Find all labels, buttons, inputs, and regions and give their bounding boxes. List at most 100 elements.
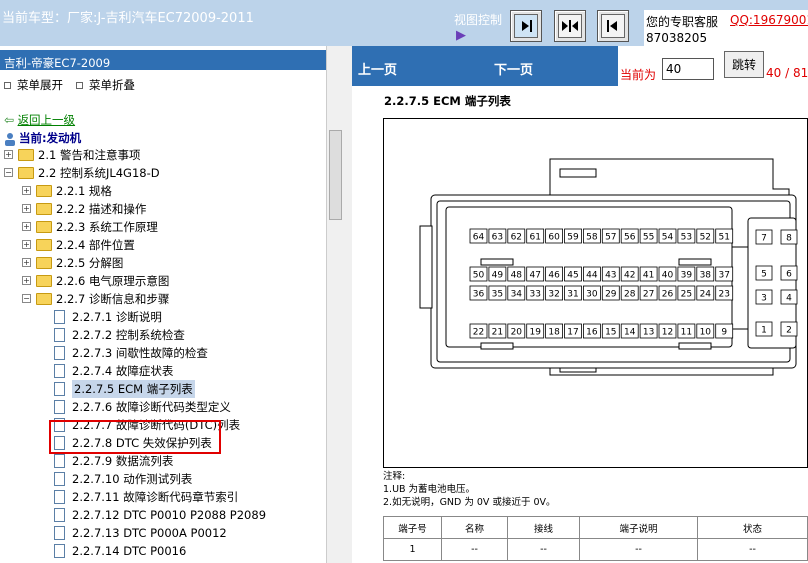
folder-icon: [18, 149, 34, 161]
view-right-panel-button[interactable]: [597, 10, 629, 42]
sidebar-item-label: 2.2.1 规格: [56, 184, 112, 198]
connector-pin-label: 64: [473, 233, 485, 243]
sidebar-item-label: 2.2.7.13 DTC P000A P0012: [72, 526, 227, 540]
document-icon: [54, 526, 65, 540]
back-arrow-icon: ⇦: [4, 113, 15, 127]
page-nav-bar: 上一页 下一页 当前为 跳转 40 / 814: [352, 46, 808, 86]
sidebar-item-label: 2.2.7.5 ECM 端子列表: [72, 380, 195, 398]
connector-pin-label: 10: [700, 328, 712, 338]
back-link[interactable]: ⇦ 返回上一级: [4, 112, 75, 128]
table-cell: --: [579, 538, 698, 561]
connector-pin-label: 24: [700, 290, 712, 300]
connector-pin-label: 15: [605, 328, 616, 338]
expand-toggle-icon[interactable]: +: [22, 186, 31, 195]
document-icon: [54, 490, 65, 504]
table-header: 端子号: [383, 516, 442, 539]
folder-icon: [18, 167, 34, 179]
expand-toggle-icon[interactable]: +: [22, 204, 31, 213]
sidebar-title: 吉利-帝豪EC7-2009: [0, 50, 326, 70]
sidebar-item-label: 2.2.7.9 数据流列表: [72, 454, 174, 468]
expand-toggle-icon[interactable]: +: [22, 222, 31, 231]
collapse-left-icon: [522, 20, 532, 32]
connector-pin-label: 30: [586, 290, 598, 300]
document-icon: [54, 544, 65, 558]
page-jump-box: 当前为 跳转 40 / 814: [618, 46, 808, 86]
view-split-button[interactable]: [554, 10, 586, 42]
document-icon: [54, 400, 65, 414]
document-viewer: 上一页 下一页 当前为 跳转 40 / 814 2.2.7.5 ECM 端子列表…: [352, 46, 808, 563]
folder-icon: [36, 293, 52, 305]
next-page-button[interactable]: 下一页: [494, 59, 533, 78]
note-item: 1.UB 为蓄电池电压。: [383, 484, 476, 495]
sidebar-item-label: 2.2.5 分解图: [56, 256, 124, 270]
table-header: 名称: [441, 516, 508, 539]
sidebar-item-label: 2.2 控制系统JL4G18-D: [38, 166, 160, 180]
connector-pin-label: 62: [511, 233, 522, 243]
notes-heading: 注释:: [383, 471, 406, 482]
view-left-panel-button[interactable]: [510, 10, 542, 42]
connector-pin-label: 49: [492, 271, 504, 281]
scrollbar-thumb[interactable]: [329, 130, 342, 220]
view-control-label: 视图控制: [454, 13, 503, 27]
connector-pin-label: 33: [529, 290, 540, 300]
sidebar-item-label: 2.2.7.11 故障诊断代码章节索引: [72, 490, 239, 504]
page-count: 40 / 814: [766, 66, 808, 80]
connector-pin-label: 27: [643, 290, 654, 300]
folder-icon: [36, 257, 52, 269]
connector-pin-label: 20: [511, 328, 523, 338]
collapse-toggle-icon[interactable]: −: [22, 294, 31, 303]
sidebar-item-label: 2.2.7.6 故障诊断代码类型定义: [72, 400, 231, 414]
connector-pin-label: 5: [761, 270, 767, 280]
qq-link[interactable]: QQ:19679001: [730, 13, 808, 27]
table-cell: --: [697, 538, 808, 561]
jump-button[interactable]: 跳转: [724, 51, 764, 78]
table-cell: 1: [383, 538, 442, 561]
collapse-toggle-icon[interactable]: −: [4, 168, 13, 177]
expand-toggle-icon[interactable]: +: [22, 276, 31, 285]
connector-pin-label: 16: [586, 328, 598, 338]
connector-pin-label: 13: [643, 328, 654, 338]
expand-icon: [4, 82, 11, 89]
expand-toggle-icon[interactable]: +: [22, 240, 31, 249]
sidebar-item-label: 2.2.3 系统工作原理: [56, 220, 158, 234]
expand-toggle-icon[interactable]: +: [4, 150, 13, 159]
expand-all-label: 菜单展开: [17, 78, 63, 92]
connector-pin-label: 51: [718, 233, 729, 243]
connector-pin-label: 14: [624, 328, 636, 338]
connector-pin-label: 61: [529, 233, 540, 243]
document-icon: [54, 346, 65, 360]
split-view-icon: [562, 20, 578, 32]
ecm-connector-diagram: 64 63 62 61 60 59 58 57 56 55 54 53 52 51 50 49 48 47 46 45…: [383, 118, 808, 468]
document-title: 2.2.7.5 ECM 端子列表: [384, 94, 511, 108]
connector-pin-label: 25: [681, 290, 692, 300]
connector-pin-label: 4: [786, 294, 792, 304]
connector-pin-label: 37: [718, 271, 729, 281]
connector-pin-label: 8: [786, 234, 792, 244]
sidebar-item-label: 2.2.7.1 诊断说明: [72, 310, 162, 324]
sidebar-scrollbar[interactable]: [326, 46, 344, 563]
collapse-all-button[interactable]: 菜单折叠: [76, 77, 135, 93]
connector-pin-label: 31: [567, 290, 578, 300]
sidebar-item-label: 2.2.2 描述和操作: [56, 202, 147, 216]
document-icon: [54, 382, 65, 396]
expand-all-button[interactable]: 菜单展开: [4, 77, 63, 93]
annotation-highlight-box: [49, 420, 221, 454]
connector-pin-label: 53: [681, 233, 692, 243]
expand-toggle-icon[interactable]: +: [22, 258, 31, 267]
connector-pin-label: 28: [624, 290, 636, 300]
prev-page-button[interactable]: 上一页: [358, 59, 397, 78]
current-location: 当前:发动机: [4, 130, 81, 146]
connector-pin-label: 60: [548, 233, 560, 243]
document-icon: [54, 310, 65, 324]
document-icon: [54, 454, 65, 468]
sidebar-item-label: 2.2.7.14 DTC P0016: [72, 544, 187, 558]
customer-service-box: 您的专职客服 QQ:19679001 87038205: [644, 10, 808, 46]
connector-pin-label: 45: [567, 271, 578, 281]
connector-pin-label: 32: [548, 290, 559, 300]
document-icon: [54, 328, 65, 342]
ecm-pin-table: 端子号 名称 接线 端子说明 状态 1 -- -- -- --: [383, 516, 808, 561]
document-icon: [54, 508, 65, 522]
page-number-input[interactable]: [662, 58, 714, 80]
back-link-label: 返回上一级: [17, 113, 76, 127]
panel-divider[interactable]: [344, 46, 352, 563]
